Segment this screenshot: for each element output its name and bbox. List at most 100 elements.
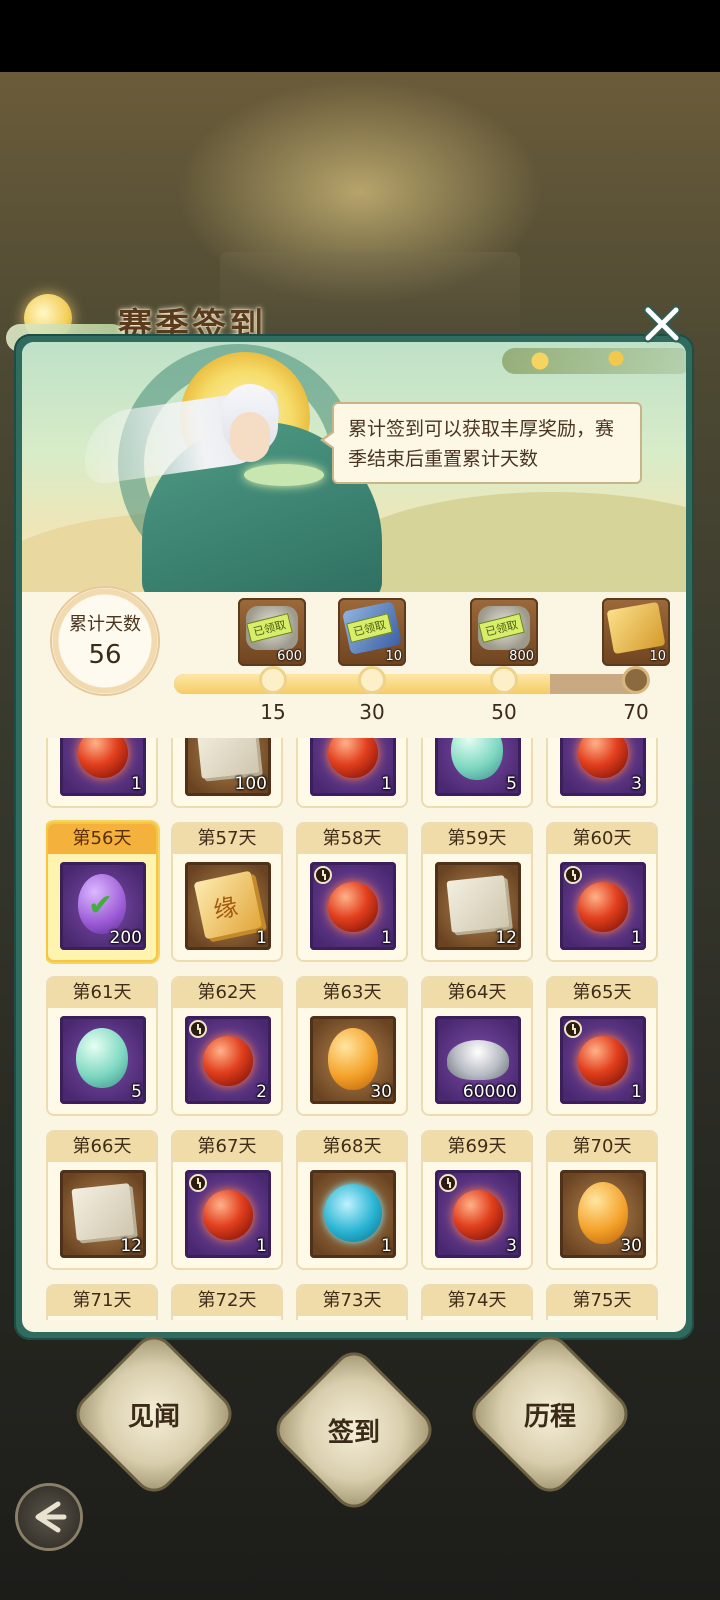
back-button[interactable] (18, 1486, 80, 1548)
reward-row: 第61天 5 第62天 2 第63天 30 第64天 60000 第65天 1 (46, 976, 666, 1118)
reward-quantity: 1 (381, 1236, 392, 1256)
day-label: 第59天 (423, 824, 531, 854)
amber-egg-icon (328, 1028, 378, 1090)
daily-reward-grid[interactable]: 1 100 1 5 3 第56天 ✔ 200 第57天 缘1 第58天 1 第5… (46, 738, 666, 1320)
item-frame: 100 (185, 738, 271, 796)
jade-disc-icon (324, 1184, 382, 1242)
milestone-reward-50[interactable]: 已领取 800 (470, 598, 538, 666)
day-cell-63[interactable]: 第63天 30 (296, 976, 408, 1116)
day-label: 第67天 (173, 1132, 281, 1162)
hero-banner: 累计签到可以获取丰厚奖励，赛季结束后重置累计天数 (22, 342, 686, 592)
reward-quantity: 100 (234, 774, 267, 794)
day-label: 第69天 (423, 1132, 531, 1162)
item-frame: 3 (560, 738, 646, 796)
reward-quantity: 600 (277, 649, 302, 664)
clock-icon (439, 1174, 457, 1192)
day-cell-71[interactable]: 第71天 (46, 1284, 158, 1320)
reward-quantity: 10 (649, 649, 666, 664)
day-label: 第56天 (48, 824, 156, 854)
status-bar (0, 0, 720, 72)
sign-in-panel: 累计签到可以获取丰厚奖励，赛季结束后重置累计天数 累计天数 56 已领取 600… (14, 334, 694, 1340)
paper-stack-icon (71, 1183, 135, 1241)
cumulative-days-label: 累计天数 (69, 614, 141, 635)
day-label: 第70天 (548, 1132, 656, 1162)
day-label: 第57天 (173, 824, 281, 854)
progress-track (174, 674, 644, 694)
day-cell-59[interactable]: 第59天 12 (421, 822, 533, 962)
day-label: 第74天 (423, 1286, 531, 1316)
item-frame: 12 (60, 1170, 146, 1258)
day-cell[interactable]: 1 (296, 738, 408, 808)
day-cell-67[interactable]: 第67天 1 (171, 1130, 283, 1270)
item-frame: 5 (60, 1016, 146, 1104)
item-frame: 12 (435, 862, 521, 950)
checkmark-icon: ✔ (88, 888, 114, 923)
day-label: 第58天 (298, 824, 406, 854)
reward-quantity: 1 (381, 928, 392, 948)
milestone-reward-30[interactable]: 已领取 10 (338, 598, 406, 666)
day-cell[interactable]: 1 (46, 738, 158, 808)
day-label: 第73天 (298, 1286, 406, 1316)
clock-icon (564, 1020, 582, 1038)
branch-decoration (502, 348, 686, 374)
day-cell[interactable]: 5 (421, 738, 533, 808)
jade-egg-icon (451, 738, 503, 780)
reward-quantity: 1 (631, 928, 642, 948)
milestone-reward-70[interactable]: 10 (602, 598, 670, 666)
day-label: 第62天 (173, 978, 281, 1008)
reward-row: 第71天 第72天 第73天 第74天 第75天 (46, 1284, 666, 1320)
day-label: 第68天 (298, 1132, 406, 1162)
day-cell-61[interactable]: 第61天 5 (46, 976, 158, 1116)
day-label: 第72天 (173, 1286, 281, 1316)
reward-quantity: 1 (256, 1236, 267, 1256)
reward-quantity: 3 (631, 774, 642, 794)
silver-ingot-icon (447, 1040, 509, 1080)
reward-quantity: 30 (370, 1082, 392, 1102)
day-cell-65[interactable]: 第65天 1 (546, 976, 658, 1116)
paper-stack-icon (446, 875, 510, 933)
day-cell-73[interactable]: 第73天 (296, 1284, 408, 1320)
day-cell-56[interactable]: 第56天 ✔ 200 (46, 822, 158, 962)
clock-icon (564, 866, 582, 884)
day-cell-60[interactable]: 第60天 1 (546, 822, 658, 962)
fire-orb-icon (453, 1190, 503, 1240)
day-cell[interactable]: 100 (171, 738, 283, 808)
tip-bubble: 累计签到可以获取丰厚奖励，赛季结束后重置累计天数 (320, 402, 642, 484)
fire-orb-icon (328, 882, 378, 932)
amber-egg-icon (578, 1182, 628, 1244)
reward-quantity: 1 (256, 928, 267, 948)
day-cell-75[interactable]: 第75天 (546, 1284, 658, 1320)
reward-row-partial: 1 100 1 5 3 (46, 738, 666, 810)
day-cell-68[interactable]: 第68天 1 (296, 1130, 408, 1270)
day-label: 第71天 (48, 1286, 156, 1316)
paper-stack-icon (196, 738, 260, 779)
day-cell-66[interactable]: 第66天 12 (46, 1130, 158, 1270)
fire-orb-icon (578, 882, 628, 932)
day-cell-57[interactable]: 第57天 缘1 (171, 822, 283, 962)
close-button[interactable] (640, 302, 684, 346)
back-arrow-icon (35, 1501, 67, 1533)
day-cell-62[interactable]: 第62天 2 (171, 976, 283, 1116)
day-cell-72[interactable]: 第72天 (171, 1284, 283, 1320)
day-label: 第64天 (423, 978, 531, 1008)
item-frame: 60000 (435, 1016, 521, 1104)
milestone-label: 15 (260, 700, 286, 724)
day-cell-70[interactable]: 第70天 30 (546, 1130, 658, 1270)
day-label: 第61天 (48, 978, 156, 1008)
item-frame: 1 (310, 1170, 396, 1258)
day-cell-69[interactable]: 第69天 3 (421, 1130, 533, 1270)
day-cell-58[interactable]: 第58天 1 (296, 822, 408, 962)
reward-quantity: 1 (631, 1082, 642, 1102)
day-cell[interactable]: 3 (546, 738, 658, 808)
fire-orb-icon (203, 1036, 253, 1086)
reward-quantity: 60000 (462, 1082, 517, 1102)
scroll-glyph: 缘 (211, 892, 241, 925)
day-cell-74[interactable]: 第74天 (421, 1284, 533, 1320)
item-frame: 1 (310, 738, 396, 796)
reward-quantity: 5 (506, 774, 517, 794)
milestone-reward-15[interactable]: 已领取 600 (238, 598, 306, 666)
day-cell-64[interactable]: 第64天 60000 (421, 976, 533, 1116)
fire-orb-icon (328, 738, 378, 778)
item-frame: ✔ 200 (60, 862, 146, 950)
reward-quantity: 10 (385, 649, 402, 664)
